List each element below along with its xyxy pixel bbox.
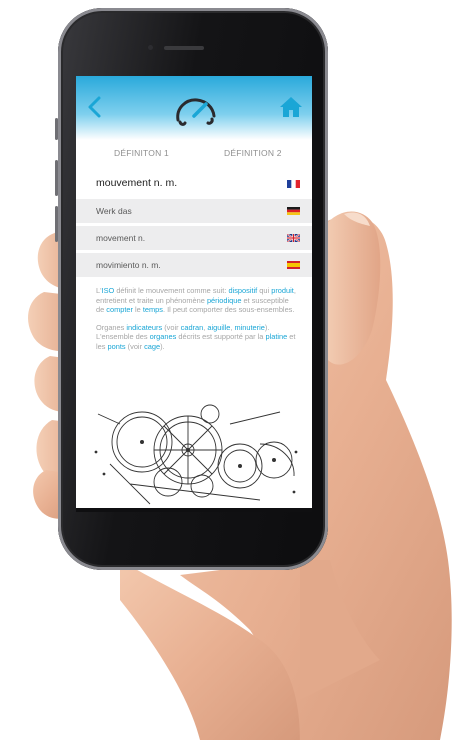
glossary-link[interactable]: indicateurs xyxy=(126,323,162,332)
volume-down-button xyxy=(55,206,58,242)
app-header xyxy=(76,76,312,140)
app-screen: DÉFINITON 1 DÉFINITION 2 mouvement n. m.… xyxy=(76,76,312,508)
tab-definition-1[interactable]: DÉFINITON 1 xyxy=(114,148,169,158)
tab-definition-2[interactable]: DÉFINITION 2 xyxy=(224,148,282,158)
definition-text-segment: (voir xyxy=(162,322,181,332)
photo-scene: DÉFINITON 1 DÉFINITION 2 mouvement n. m.… xyxy=(0,0,473,740)
term-label: mouvement n. m. xyxy=(96,177,178,189)
watch-movement-engraving-icon xyxy=(94,404,298,505)
earpiece-speaker xyxy=(164,46,204,50)
definition-text: L'ISO définit le mouvement comme suit: d… xyxy=(96,286,296,360)
uk-flag-icon xyxy=(287,234,300,242)
mute-switch xyxy=(55,118,58,140)
term-header: mouvement n. m. xyxy=(76,172,312,196)
translation-row[interactable]: Werk das xyxy=(76,198,312,223)
definition-tabs: DÉFINITON 1 DÉFINITION 2 xyxy=(76,148,312,164)
definition-paragraph-2: Organes indicateurs (voir cadran, aiguil… xyxy=(96,323,296,352)
definition-text-segment: décrits est supporté par la xyxy=(176,332,266,342)
volume-up-button xyxy=(55,160,58,196)
france-flag-icon xyxy=(287,180,300,188)
definition-text-segment: . Il peut comporter des sous-ensembles. xyxy=(162,305,295,315)
translation-row[interactable]: movement n. xyxy=(76,225,312,250)
definition-text-segment: qui xyxy=(257,286,272,295)
chevron-left-icon[interactable] xyxy=(84,94,108,120)
glossary-link[interactable]: minuterie xyxy=(234,323,264,332)
definition-text-segment: ). xyxy=(160,341,165,351)
glossary-link[interactable]: cadran xyxy=(181,323,204,332)
germany-flag-icon xyxy=(287,207,300,215)
definition-paragraph-1: L'ISO définit le mouvement comme suit: d… xyxy=(96,286,296,315)
gauge-logo-icon xyxy=(176,98,216,126)
translation-label: Werk das xyxy=(96,206,132,216)
screen-bottom-edge xyxy=(76,508,312,512)
glossary-link[interactable]: produit xyxy=(271,286,294,295)
definition-text-segment: définit le mouvement comme suit: xyxy=(114,286,229,295)
glossary-link[interactable]: ponts xyxy=(108,342,126,351)
glossary-link[interactable]: temps xyxy=(143,305,163,314)
definition-text-segment: le xyxy=(132,305,143,315)
translation-label: movimiento n. m. xyxy=(96,260,161,270)
front-camera xyxy=(148,45,153,50)
glossary-link[interactable]: compter xyxy=(106,305,133,314)
glossary-link[interactable]: périodique xyxy=(207,296,242,305)
definition-text-segment: Organes xyxy=(96,322,127,332)
glossary-link[interactable]: aiguille xyxy=(207,323,230,332)
home-icon[interactable] xyxy=(278,94,304,120)
spain-flag-icon xyxy=(287,261,300,269)
glossary-link[interactable]: platine xyxy=(265,332,287,341)
translation-row[interactable]: movimiento n. m. xyxy=(76,252,312,277)
glossary-link[interactable]: organes xyxy=(150,332,177,341)
glossary-link[interactable]: dispositif xyxy=(228,286,257,295)
glossary-link[interactable]: cage xyxy=(144,342,160,351)
glossary-link[interactable]: ISO xyxy=(102,286,115,295)
definition-text-segment: (voir xyxy=(125,341,145,351)
translation-label: movement n. xyxy=(96,233,146,243)
